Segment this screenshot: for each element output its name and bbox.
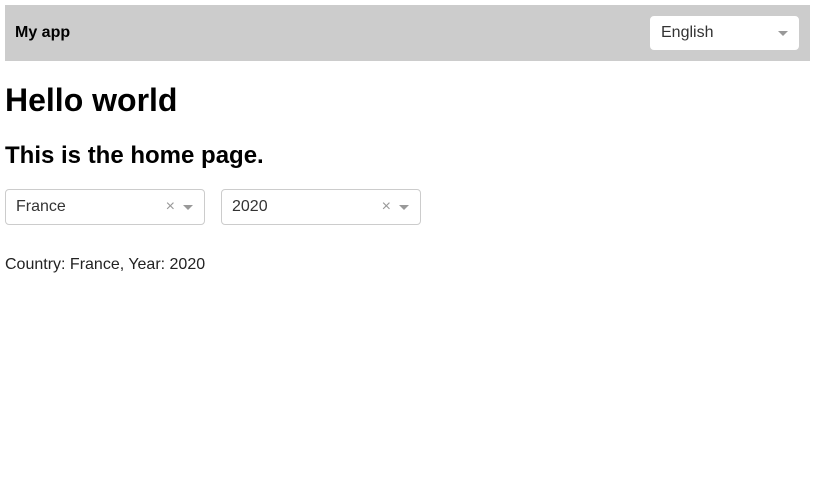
close-icon[interactable]: × [382,199,391,215]
app-title: My app [15,24,71,41]
selection-summary: Country: France, Year: 2020 [5,256,206,273]
chevron-down-icon[interactable] [399,205,409,210]
page-title: Hello world [5,82,178,118]
chevron-down-icon[interactable] [778,31,788,36]
year-select-value: 2020 [232,198,268,215]
page-subtitle: This is the home page. [5,142,264,169]
language-select[interactable]: English [650,16,799,50]
country-select-value: France [16,198,66,215]
page: My app English Hello world This is the h… [0,0,814,495]
navbar: My app English [5,5,810,61]
country-select[interactable]: France × [5,189,205,225]
close-icon[interactable]: × [166,199,175,215]
language-select-value: English [661,24,714,41]
year-select[interactable]: 2020 × [221,189,421,225]
chevron-down-icon[interactable] [183,205,193,210]
